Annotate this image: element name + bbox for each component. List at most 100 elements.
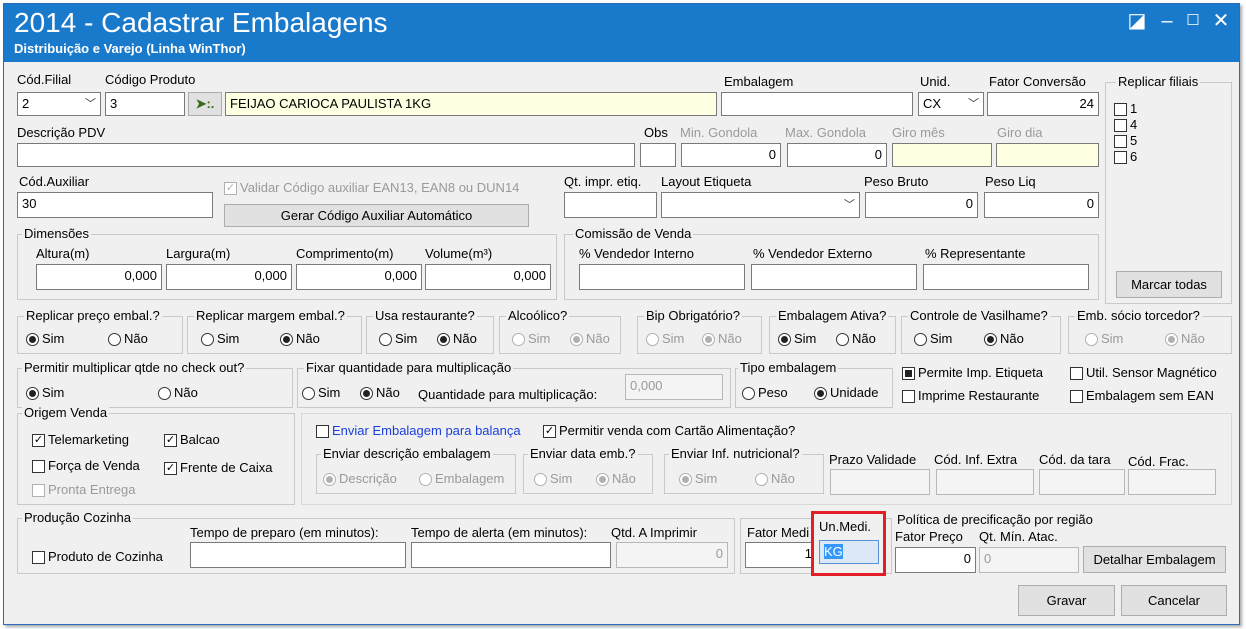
replicar-preco-nao[interactable]: Não [108, 331, 148, 347]
fixar-quantidade-sim[interactable]: Sim [302, 385, 340, 401]
nao-label: Não [718, 331, 742, 346]
alcoolico-title: Alcoólico? [506, 308, 570, 324]
checkbox-icon [224, 181, 237, 195]
alcoolico-sim[interactable]: Sim [512, 331, 550, 347]
qt-min-atac-input[interactable]: 0 [979, 547, 1079, 573]
bip-nao[interactable]: Não [702, 331, 742, 347]
produto-input[interactable]: 3 [105, 92, 185, 116]
enviar-balanca-checkbox[interactable]: Enviar Embalagem para balança [316, 423, 521, 439]
dimensoes-title: Dimensões [22, 226, 92, 242]
qtd-multiplicacao-input[interactable]: 0,000 [625, 374, 723, 400]
inf-extra-input[interactable] [936, 469, 1034, 495]
replicar-margem-sim[interactable]: Sim [201, 331, 239, 347]
bip-sim[interactable]: Sim [646, 331, 684, 347]
usa-restaurante-sim[interactable]: Sim [379, 331, 417, 347]
fator-preco-input[interactable]: 0 [895, 547, 976, 573]
vasilhame-nao[interactable]: Não [984, 331, 1024, 347]
socio-torcedor-nao[interactable]: Não [1165, 331, 1205, 347]
socio-torcedor-sim[interactable]: Sim [1085, 331, 1123, 347]
radio-icon [437, 332, 450, 346]
alcoolico-nao[interactable]: Não [570, 331, 610, 347]
filial-select[interactable]: 2 ﹀ [17, 92, 101, 116]
filial-1-label: 1 [1130, 101, 1138, 116]
vasilhame-sim[interactable]: Sim [914, 331, 952, 347]
replicar-preco-sim[interactable]: Sim [26, 331, 64, 347]
peso-liq-input[interactable]: 0 [984, 192, 1099, 218]
tempo-preparo-input[interactable] [190, 542, 406, 568]
vendedor-interno-input[interactable] [579, 264, 745, 290]
radio-icon [755, 472, 768, 486]
cartao-alimentacao-checkbox[interactable]: Permitir venda com Cartão Alimentação? [543, 423, 795, 439]
cancelar-button[interactable]: Cancelar [1121, 585, 1227, 616]
telemarketing-checkbox[interactable]: Telemarketing [32, 432, 129, 448]
tempo-alerta-input[interactable] [411, 542, 611, 568]
replicar-margem-nao[interactable]: Não [280, 331, 320, 347]
fator-input[interactable]: 24 [987, 92, 1099, 116]
filial-1-checkbox[interactable]: 1 [1114, 101, 1137, 117]
detalhar-embalagem-button[interactable]: Detalhar Embalagem [1083, 546, 1226, 573]
fator-medida-input[interactable]: 1 [745, 542, 817, 568]
enviar-nutricional-nao[interactable]: Não [755, 471, 795, 487]
produto-descricao: FEIJAO CARIOCA PAULISTA 1KG [225, 92, 717, 116]
sensor-magnetico-checkbox[interactable]: Util. Sensor Magnético [1070, 365, 1217, 381]
tipo-unidade-radio[interactable]: Unidade [814, 385, 878, 401]
max-gondola-input[interactable]: 0 [787, 143, 887, 167]
enviar-data-nao[interactable]: Não [596, 471, 636, 487]
qt-impr-input[interactable] [564, 192, 657, 218]
comprimento-input[interactable]: 0,000 [296, 264, 422, 290]
vendedor-externo-input[interactable] [751, 264, 917, 290]
filial-6-checkbox[interactable]: 6 [1114, 149, 1137, 165]
qtd-imprimir-input[interactable]: 0 [616, 542, 728, 568]
produto-cozinha-checkbox[interactable]: Produto de Cozinha [32, 549, 163, 565]
restore-icon[interactable]: ◪ [1124, 8, 1150, 34]
maximize-icon[interactable]: ☐ [1180, 8, 1206, 34]
imprime-restaurante-checkbox[interactable]: Imprime Restaurante [902, 388, 1039, 404]
permite-imp-etiqueta-checkbox[interactable]: Permite Imp. Etiqueta [902, 365, 1043, 381]
peso-liq-label: Peso Liq [985, 174, 1036, 189]
checkbox-icon [1070, 389, 1083, 403]
cod-tara-input[interactable] [1039, 469, 1125, 495]
gravar-button[interactable]: Gravar [1018, 585, 1115, 616]
cod-frac-input[interactable] [1128, 469, 1216, 495]
unid-select[interactable]: CX ﹀ [918, 92, 984, 116]
search-product-icon[interactable]: ➤:. [188, 92, 222, 116]
largura-label: Largura(m) [166, 246, 231, 261]
min-gondola-input[interactable]: 0 [681, 143, 781, 167]
altura-input[interactable]: 0,000 [36, 264, 162, 290]
volume-input[interactable]: 0,000 [425, 264, 551, 290]
balcao-checkbox[interactable]: Balcao [164, 432, 220, 448]
marcar-todas-button[interactable]: Marcar todas [1116, 271, 1222, 298]
embalagem-ativa-nao[interactable]: Não [836, 331, 876, 347]
filial-4-checkbox[interactable]: 4 [1114, 117, 1137, 133]
permitir-multiplicar-sim[interactable]: Sim [26, 385, 64, 401]
tipo-peso-radio[interactable]: Peso [742, 385, 788, 401]
permitir-multiplicar-nao[interactable]: Não [158, 385, 198, 401]
descricao-pdv-input[interactable] [17, 143, 635, 167]
pronta-entrega-checkbox[interactable]: Pronta Entrega [32, 482, 135, 498]
un-medida-input[interactable]: KG [819, 540, 879, 564]
peso-bruto-input[interactable]: 0 [865, 192, 978, 218]
obs-input[interactable] [640, 143, 676, 167]
representante-input[interactable] [923, 264, 1089, 290]
gerar-codigo-button[interactable]: Gerar Código Auxiliar Automático [224, 204, 529, 227]
bip-group: Bip Obrigatório? Sim Não [637, 308, 762, 354]
fixar-quantidade-nao[interactable]: Não [360, 385, 400, 401]
layout-etiqueta-select[interactable]: ﹀ [661, 192, 860, 218]
descricao-radio[interactable]: Descrição [323, 471, 397, 487]
embalagem-sem-ean-checkbox[interactable]: Embalagem sem EAN [1070, 388, 1214, 404]
forca-venda-checkbox[interactable]: Força de Venda [32, 458, 140, 474]
prazo-validade-input[interactable] [830, 469, 930, 495]
embalagem-radio[interactable]: Embalagem [419, 471, 504, 487]
close-icon[interactable]: ✕ [1208, 8, 1234, 34]
minimize-icon[interactable]: – [1154, 8, 1180, 34]
frente-caixa-checkbox[interactable]: Frente de Caixa [164, 460, 273, 476]
largura-input[interactable]: 0,000 [166, 264, 292, 290]
usa-restaurante-nao[interactable]: Não [437, 331, 477, 347]
auxiliar-input[interactable]: 30 [17, 192, 213, 218]
embalagem-ativa-sim[interactable]: Sim [778, 331, 816, 347]
enviar-data-sim[interactable]: Sim [534, 471, 572, 487]
validar-ean-checkbox[interactable]: Validar Código auxiliar EAN13, EAN8 ou D… [224, 180, 519, 196]
embalagem-input[interactable] [721, 92, 913, 116]
filial-5-checkbox[interactable]: 5 [1114, 133, 1137, 149]
enviar-nutricional-sim[interactable]: Sim [679, 471, 717, 487]
